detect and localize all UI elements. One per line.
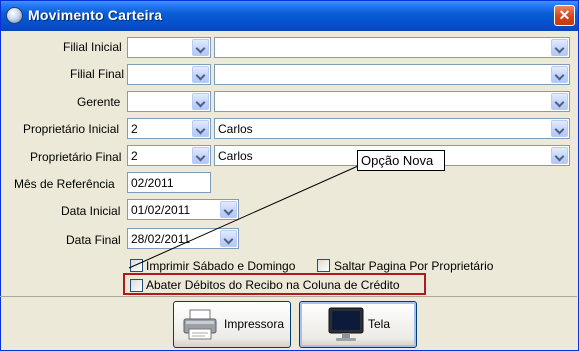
gerente-code-combo[interactable] (127, 91, 211, 112)
chevron-down-icon[interactable] (551, 120, 568, 137)
impressora-button[interactable]: Impressora (173, 301, 291, 348)
button-separator (0, 296, 577, 297)
proprietario-final-name: Carlos (218, 149, 253, 163)
data-inicial-value: 01/02/2011 (131, 203, 191, 217)
data-final-value: 28/02/2011 (131, 232, 191, 246)
saltar-pagina-label[interactable]: Saltar Pagina Por Proprietário (334, 259, 493, 273)
proprietario-inicial-name: Carlos (218, 122, 253, 136)
gerente-name-combo[interactable] (214, 91, 570, 112)
filial-final-label: Filial Final (70, 67, 125, 81)
impressora-button-label: Impressora (224, 317, 285, 331)
filial-final-name-combo[interactable] (214, 64, 570, 85)
data-final-date-picker[interactable]: 28/02/2011 (127, 228, 239, 249)
chevron-down-icon[interactable] (220, 230, 237, 247)
tela-button[interactable]: Tela (299, 301, 417, 348)
imprimir-sabado-domingo-label[interactable]: Imprimir Sábado e Domingo (146, 259, 295, 273)
saltar-pagina-checkbox[interactable] (317, 259, 330, 272)
imprimir-sabado-domingo-checkbox[interactable] (130, 259, 143, 272)
proprietario-final-code: 2 (131, 149, 138, 163)
tela-button-label: Tela (368, 317, 391, 331)
proprietario-inicial-code: 2 (131, 122, 138, 136)
chevron-down-icon[interactable] (220, 201, 237, 218)
chevron-down-icon[interactable] (551, 39, 568, 56)
filial-inicial-name-combo[interactable] (214, 37, 570, 58)
data-inicial-date-picker[interactable]: 01/02/2011 (127, 199, 239, 220)
chevron-down-icon[interactable] (192, 93, 209, 110)
gerente-label: Gerente (77, 95, 121, 109)
mes-referencia-label: Mês de Referência (14, 177, 115, 191)
chevron-down-icon[interactable] (551, 93, 568, 110)
chevron-down-icon[interactable] (551, 147, 568, 164)
proprietario-inicial-label: Proprietário Inicial (23, 122, 120, 136)
proprietario-inicial-name-combo[interactable]: Carlos (214, 118, 570, 139)
chevron-down-icon[interactable] (192, 120, 209, 137)
mes-referencia-input[interactable]: 02/2011 (127, 172, 211, 193)
filial-final-code-combo[interactable] (127, 64, 211, 85)
printer-icon (183, 309, 217, 340)
app-icon (6, 7, 23, 24)
close-button[interactable]: ✕ (554, 5, 575, 26)
data-final-label: Data Final (66, 233, 121, 247)
window-title: Movimento Carteira (28, 7, 163, 23)
chevron-down-icon[interactable] (192, 66, 209, 83)
proprietario-final-label: Proprietário Final (30, 150, 122, 164)
opcao-nova-callout: Opção Nova (357, 150, 445, 171)
proprietario-inicial-code-combo[interactable]: 2 (127, 118, 211, 139)
chevron-down-icon[interactable] (192, 39, 209, 56)
title-bar[interactable]: Movimento Carteira ✕ (1, 1, 578, 31)
mes-referencia-value: 02/2011 (131, 176, 174, 190)
filial-inicial-label: Filial Inicial (63, 40, 122, 54)
form-area: Filial Inicial Filial Final Gerente Prop… (1, 31, 578, 350)
data-inicial-label: Data Inicial (61, 204, 121, 218)
monitor-icon (328, 307, 364, 341)
chevron-down-icon[interactable] (551, 66, 568, 83)
proprietario-final-code-combo[interactable]: 2 (127, 145, 211, 166)
highlight-box (123, 273, 426, 295)
movimento-carteira-window: Movimento Carteira ✕ Filial Inicial Fili… (0, 0, 579, 351)
filial-inicial-code-combo[interactable] (127, 37, 211, 58)
chevron-down-icon[interactable] (192, 147, 209, 164)
